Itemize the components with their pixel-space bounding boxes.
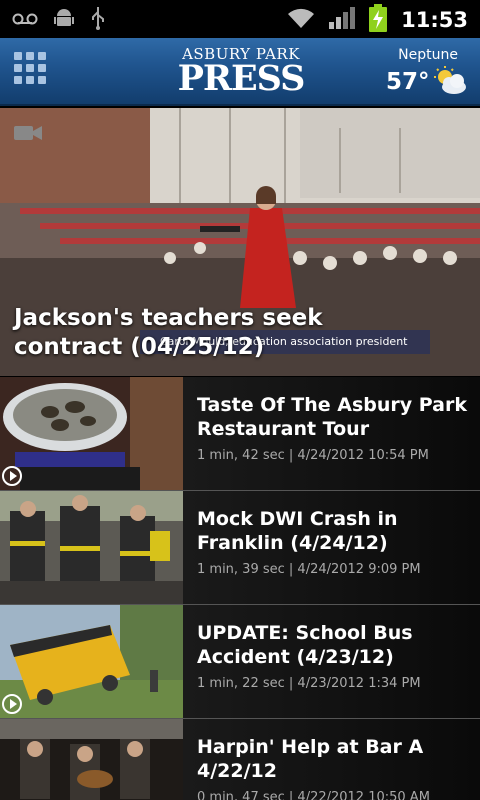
video-info: Harpin' Help at Bar A 4/22/12 0 min, 47 … bbox=[183, 719, 480, 800]
status-bar: 11:53 bbox=[0, 0, 480, 38]
video-title: Taste Of The Asbury Park Restaurant Tour… bbox=[197, 394, 467, 440]
video-list-item[interactable]: Mock DWI Crash in Franklin (4/24/12) 1 m… bbox=[0, 491, 480, 605]
play-icon bbox=[2, 694, 22, 714]
video-list-item[interactable]: Harpin' Help at Bar A 4/22/12 0 min, 47 … bbox=[0, 719, 480, 800]
sections-menu-button[interactable] bbox=[14, 52, 48, 86]
featured-video[interactable]: Carol Mould, education association presi… bbox=[0, 108, 480, 376]
wifi-icon bbox=[287, 7, 315, 33]
usb-icon bbox=[90, 6, 106, 34]
video-meta: 1 min, 39 sec | 4/24/2012 9:09 PM bbox=[197, 562, 421, 577]
video-thumbnail bbox=[0, 605, 183, 718]
video-thumbnail bbox=[0, 377, 183, 490]
video-meta: 0 min, 47 sec | 4/22/2012 10:50 AM bbox=[197, 790, 430, 800]
weather-city[interactable]: Neptune bbox=[398, 47, 458, 63]
video-info: UPDATE: School Bus Accident (4/23/12) 1 … bbox=[183, 605, 480, 718]
partly-cloudy-icon[interactable] bbox=[432, 66, 468, 96]
video-title: UPDATE: School Bus Accident (4/23/12) bbox=[197, 622, 413, 668]
clock: 11:53 bbox=[401, 8, 468, 32]
android-debug-icon bbox=[54, 7, 74, 33]
video-list-item[interactable]: Taste Of The Asbury Park Restaurant Tour… bbox=[0, 377, 480, 491]
play-icon bbox=[2, 466, 22, 486]
app-logo: ASBURY PARK PRESS bbox=[176, 46, 306, 96]
app-header: ASBURY PARK PRESS Neptune 57° bbox=[0, 38, 480, 106]
video-meta: 1 min, 42 sec | 4/24/2012 10:54 PM bbox=[197, 448, 429, 463]
video-info: Mock DWI Crash in Franklin (4/24/12) 1 m… bbox=[183, 491, 480, 604]
video-title: Harpin' Help at Bar A 4/22/12 bbox=[197, 736, 424, 782]
video-list-item[interactable]: UPDATE: School Bus Accident (4/23/12) 1 … bbox=[0, 605, 480, 719]
logo-main-text: PRESS bbox=[177, 58, 306, 99]
weather-temp[interactable]: 57° bbox=[386, 69, 430, 95]
video-thumbnail bbox=[0, 491, 183, 604]
video-title: Mock DWI Crash in Franklin (4/24/12) bbox=[197, 508, 398, 554]
featured-video-title[interactable]: Jackson's teachers seek contract (04/25/… bbox=[14, 304, 434, 362]
video-meta: 1 min, 22 sec | 4/23/2012 1:34 PM bbox=[197, 676, 421, 691]
video-camera-icon bbox=[14, 124, 42, 146]
video-list: Taste Of The Asbury Park Restaurant Tour… bbox=[0, 377, 480, 800]
battery-charging-icon bbox=[369, 4, 388, 36]
video-info: Taste Of The Asbury Park Restaurant Tour… bbox=[183, 377, 480, 490]
voicemail-icon bbox=[12, 11, 38, 30]
signal-icon bbox=[329, 7, 356, 33]
video-thumbnail bbox=[0, 719, 183, 800]
